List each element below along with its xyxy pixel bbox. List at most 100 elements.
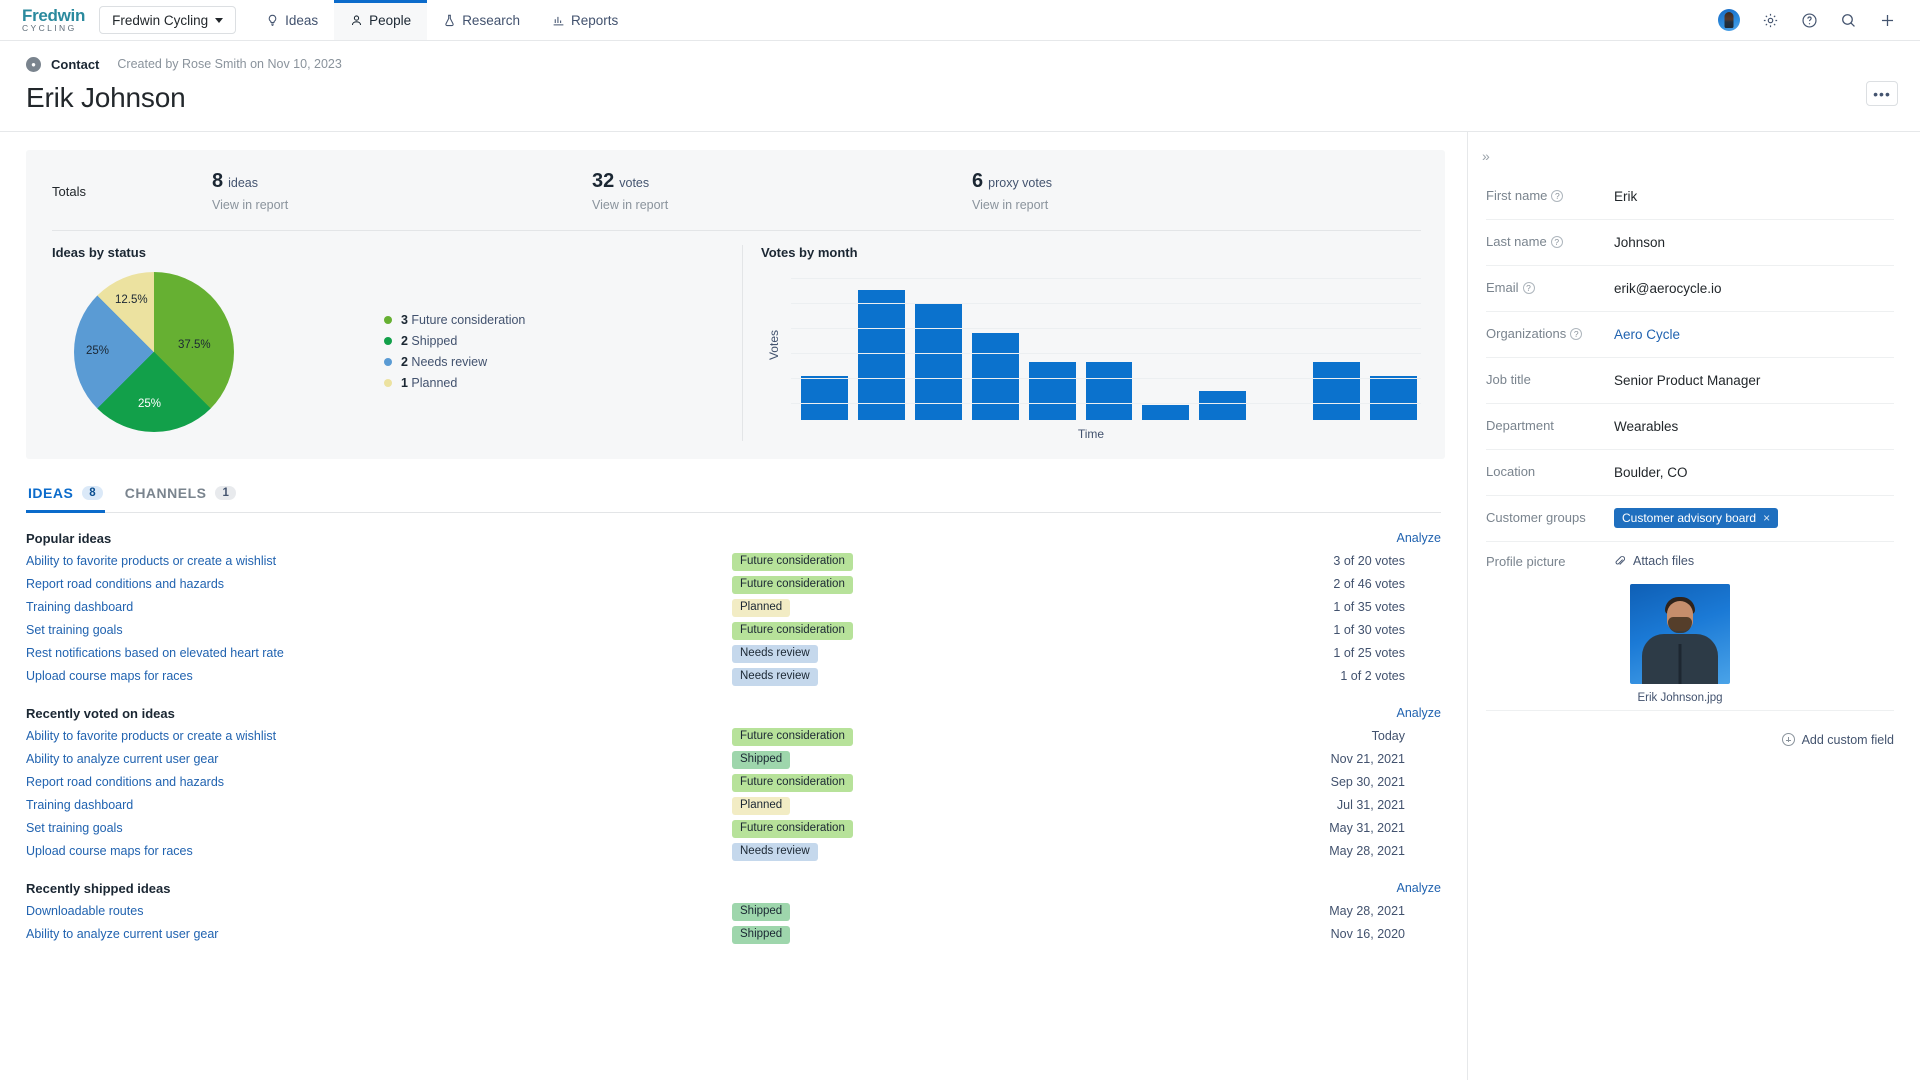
remove-tag-icon[interactable]: × (1763, 511, 1770, 525)
nav-tab-ideas[interactable]: Ideas (250, 0, 334, 40)
idea-name-link[interactable]: Upload course maps for races (26, 669, 732, 683)
detail-field: Email?erik@aerocycle.io (1486, 266, 1894, 312)
analyze-link[interactable]: Analyze (1397, 881, 1441, 895)
idea-name-link[interactable]: Report road conditions and hazards (26, 577, 732, 591)
help-icon[interactable]: ? (1523, 282, 1535, 294)
analyze-link[interactable]: Analyze (1397, 531, 1441, 545)
idea-name-link[interactable]: Set training goals (26, 623, 732, 637)
status-badge: Future consideration (732, 622, 853, 640)
bars-area: Votes (761, 270, 1421, 420)
field-label: Profile picture (1486, 554, 1614, 571)
record-meta: ● Contact Created by Rose Smith on Nov 1… (0, 53, 1920, 75)
customer-group-tag[interactable]: Customer advisory board× (1614, 508, 1778, 528)
detail-field: Customer groupsCustomer advisory board× (1486, 496, 1894, 542)
idea-status: Needs review (732, 666, 992, 686)
total-votes-link[interactable]: View in report (592, 198, 972, 212)
tab-ideas-label: IDEAS (28, 485, 73, 501)
field-value[interactable]: Senior Product Manager (1614, 373, 1894, 388)
idea-name-link[interactable]: Upload course maps for races (26, 844, 732, 858)
totals-row: Totals 8ideas View in report 32votes Vie… (52, 168, 1421, 230)
table-row: Downloadable routesShipped May 28, 2021 (26, 900, 1441, 923)
field-label: Job title (1486, 372, 1614, 389)
idea-status: Shipped (732, 901, 992, 921)
idea-name-link[interactable]: Ability to analyze current user gear (26, 927, 732, 941)
chevron-down-icon (215, 18, 223, 23)
legend-text: 1 Planned (401, 374, 457, 392)
bar[interactable] (1313, 362, 1360, 420)
top-navigation-bar: Fredwin CYCLING Fredwin Cycling Ideas (0, 0, 1920, 41)
section-header: Recently voted on ideas Analyze (26, 688, 1441, 725)
tab-channels[interactable]: CHANNELS 1 (123, 485, 256, 512)
gear-icon[interactable] (1762, 12, 1779, 29)
idea-value: 2 of 46 votes (992, 577, 1441, 591)
bar[interactable] (1199, 391, 1246, 420)
help-icon[interactable]: ? (1551, 236, 1563, 248)
pie-label-0: 37.5% (178, 339, 211, 351)
field-value[interactable]: erik@aerocycle.io (1614, 281, 1894, 296)
idea-value: May 28, 2021 (992, 904, 1441, 918)
search-icon[interactable] (1840, 12, 1857, 29)
total-proxy-votes-link[interactable]: View in report (972, 198, 1352, 212)
attach-files-button[interactable]: Attach files (1614, 554, 1894, 568)
total-votes-value: 32votes (592, 168, 972, 194)
idea-name-link[interactable]: Set training goals (26, 821, 732, 835)
bar[interactable] (1142, 405, 1189, 419)
app-logo[interactable]: Fredwin CYCLING (0, 0, 99, 40)
collapse-panel-icon[interactable]: » (1468, 144, 1496, 174)
field-value[interactable]: Wearables (1614, 419, 1894, 434)
field-value[interactable]: Erik (1614, 189, 1894, 204)
total-ideas: 8ideas View in report (212, 168, 592, 212)
idea-name-link[interactable]: Rest notifications based on elevated hea… (26, 646, 732, 660)
tab-channels-label: CHANNELS (125, 485, 207, 501)
pie-legend: 3 Future consideration2 Shipped2 Needs r… (384, 309, 525, 394)
bar[interactable] (858, 290, 905, 420)
idea-name-link[interactable]: Report road conditions and hazards (26, 775, 732, 789)
gridline (791, 353, 1421, 354)
plus-icon[interactable] (1879, 12, 1896, 29)
field-value[interactable]: Boulder, CO (1614, 465, 1894, 480)
idea-name-link[interactable]: Training dashboard (26, 600, 732, 614)
section-title: Recently voted on ideas (26, 706, 175, 721)
field-label: Organizations? (1486, 326, 1614, 343)
idea-name-link[interactable]: Downloadable routes (26, 904, 732, 918)
total-ideas-link[interactable]: View in report (212, 198, 592, 212)
section-title: Popular ideas (26, 531, 111, 546)
idea-section: Recently voted on ideas Analyze Ability to… (26, 688, 1441, 863)
record-type-label: Contact (51, 57, 99, 72)
x-axis-label: Time (761, 427, 1421, 441)
nav-tab-people[interactable]: People (334, 0, 427, 40)
table-row: Ability to analyze current user gearShip… (26, 748, 1441, 771)
field-value[interactable]: Johnson (1614, 235, 1894, 250)
idea-name-link[interactable]: Ability to analyze current user gear (26, 752, 732, 766)
idea-name-link[interactable]: Training dashboard (26, 798, 732, 812)
status-badge: Shipped (732, 903, 790, 921)
bar[interactable] (801, 376, 848, 419)
field-value[interactable]: Aero Cycle (1614, 327, 1894, 342)
profile-picture-attachment[interactable]: Erik Johnson.jpg (1630, 584, 1894, 704)
field-label: Email? (1486, 280, 1614, 297)
idea-name-link[interactable]: Ability to favorite products or create a… (26, 554, 732, 568)
paperclip-icon (1614, 555, 1626, 567)
workspace-selector[interactable]: Fredwin Cycling (99, 6, 236, 34)
idea-value: 1 of 2 votes (992, 669, 1441, 683)
bar[interactable] (1086, 362, 1133, 420)
field-label: Department (1486, 418, 1614, 435)
bar[interactable] (1370, 376, 1417, 419)
bar[interactable] (972, 333, 1019, 420)
help-icon[interactable]: ? (1570, 328, 1582, 340)
help-icon[interactable]: ? (1551, 190, 1563, 202)
nav-tab-reports-label: Reports (571, 13, 618, 28)
help-icon[interactable] (1801, 12, 1818, 29)
tab-ideas[interactable]: IDEAS 8 (26, 485, 123, 512)
legend-color-dot (384, 337, 392, 345)
add-custom-field-button[interactable]: Add custom field (1468, 711, 1920, 747)
bar[interactable] (1029, 362, 1076, 420)
status-badge: Planned (732, 599, 790, 617)
analyze-link[interactable]: Analyze (1397, 706, 1441, 720)
idea-name-link[interactable]: Ability to favorite products or create a… (26, 729, 732, 743)
more-actions-button[interactable]: ••• (1866, 81, 1898, 106)
nav-tab-reports[interactable]: Reports (536, 0, 634, 40)
avatar[interactable] (1718, 9, 1740, 31)
table-row: Upload course maps for racesNeeds review… (26, 840, 1441, 863)
nav-tab-research[interactable]: Research (427, 0, 536, 40)
